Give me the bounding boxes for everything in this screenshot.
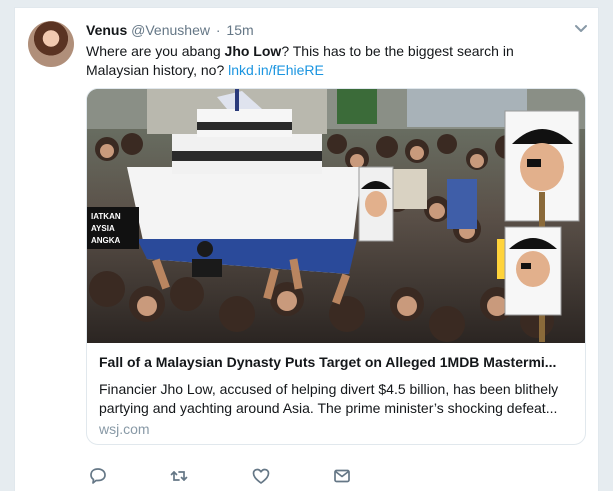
tweet-card[interactable]: Venus @Venushew · 15m Where are you aban… (14, 7, 599, 491)
banner-text: AYSIA (91, 224, 115, 233)
card-title[interactable]: Fall of a Malaysian Dynasty Puts Target … (99, 353, 575, 372)
retweet-icon[interactable] (169, 466, 189, 486)
chevron-down-icon[interactable] (574, 23, 588, 35)
banner-text: ANGKA (91, 236, 121, 245)
envelope-icon[interactable] (332, 466, 352, 486)
tweet-header: Venus @Venushew · 15m (86, 22, 254, 38)
tweet-text: Where are you abang Jho Low? This has to… (86, 42, 576, 80)
author-name[interactable]: Venus (86, 22, 127, 38)
tweet-actions (86, 466, 446, 486)
separator: · (215, 22, 221, 38)
card-summary[interactable]: Fall of a Malaysian Dynasty Puts Target … (87, 343, 585, 444)
tweet-link[interactable]: lnkd.in/fEhieRE (228, 62, 324, 78)
card-description: Financier Jho Low, accused of helping di… (99, 381, 559, 416)
banner-text: IATKAN (91, 212, 121, 221)
link-card[interactable]: IATKAN AYSIA ANGKA Fall of a Malaysian D… (86, 88, 586, 445)
tweet-text-bold: Jho Low (224, 43, 282, 59)
author-handle[interactable]: @Venushew (131, 22, 210, 38)
avatar[interactable] (28, 21, 74, 67)
heart-icon[interactable] (251, 466, 271, 486)
tweet-text-part: Where are you abang (86, 43, 225, 59)
timestamp[interactable]: 15m (226, 22, 253, 38)
card-domain: wsj.com (99, 421, 150, 437)
card-image[interactable]: IATKAN AYSIA ANGKA (87, 89, 586, 343)
reply-icon[interactable] (88, 466, 108, 486)
